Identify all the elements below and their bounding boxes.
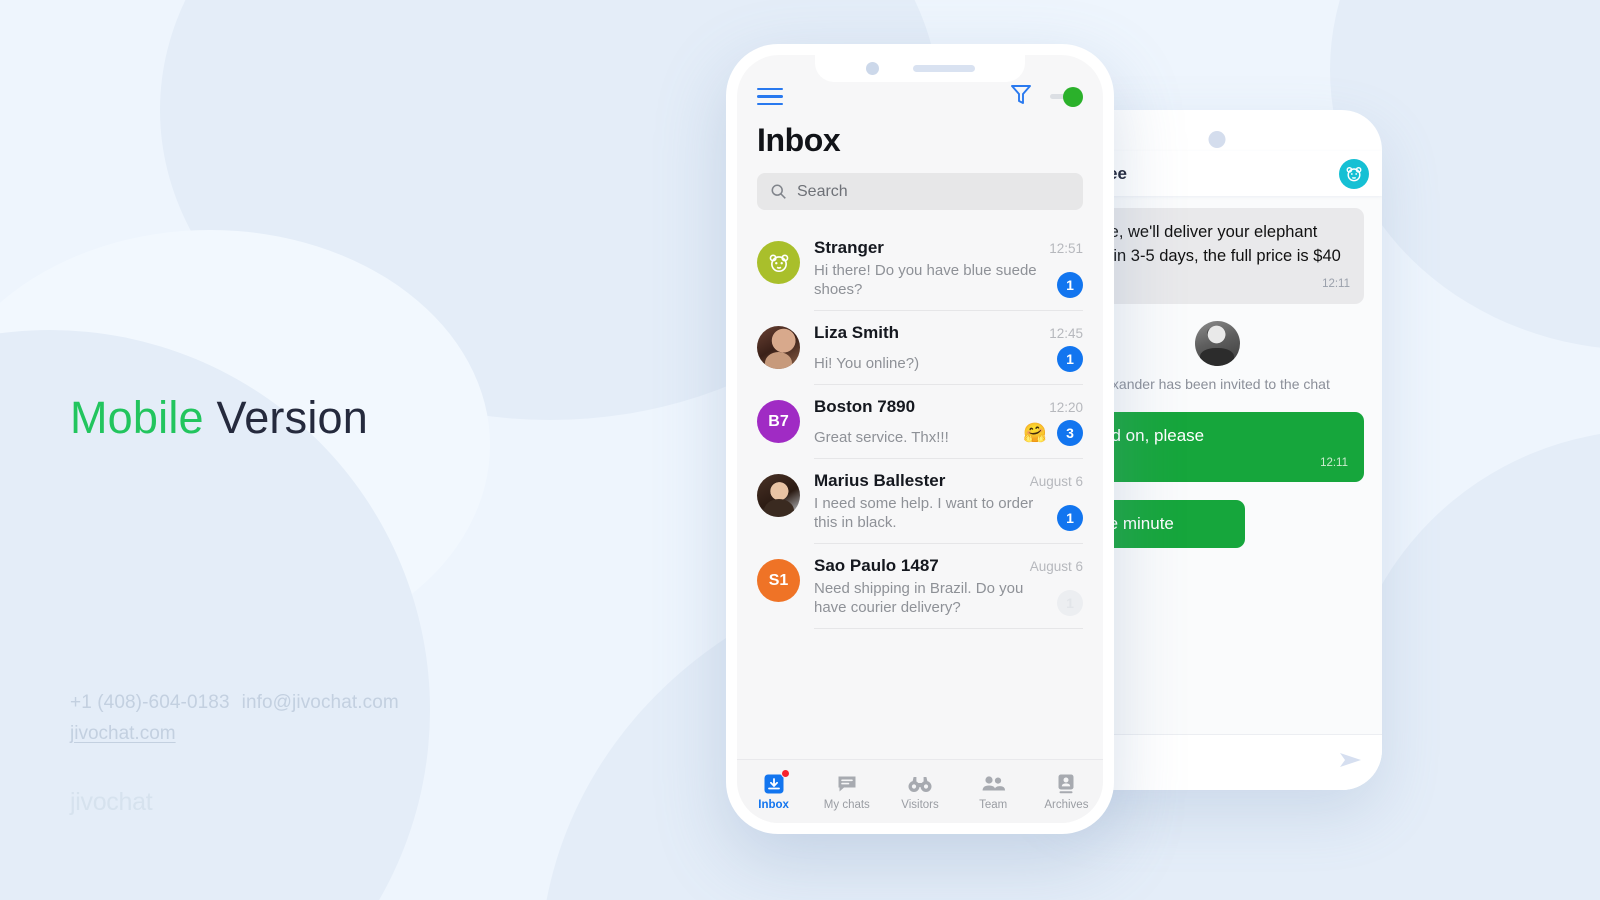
list-item[interactable]: Stranger 12:51 Hi there! Do you have blu… — [737, 226, 1103, 311]
chat-time: August 6 — [1029, 559, 1083, 574]
contact-phone: +1 (408)-604-0183 — [70, 692, 230, 713]
notification-dot-icon — [780, 769, 790, 778]
funnel-filter-icon[interactable] — [1010, 82, 1032, 111]
avatar: B7 — [757, 400, 800, 443]
chat-preview: Hi! You online?) — [814, 355, 920, 372]
avatar — [757, 474, 800, 517]
brand-logo: jivochat — [70, 788, 153, 816]
tab-label: Visitors — [901, 799, 939, 811]
list-item[interactable]: B7 Boston 7890 12:20 Great service. Thx!… — [737, 385, 1103, 459]
tab-visitors[interactable]: Visitors — [883, 772, 956, 811]
contact-info: +1 (408)-604-0183 info@jivochat.com jivoc… — [70, 692, 399, 745]
panda-avatar-icon[interactable] — [1339, 158, 1369, 189]
phone-notch — [815, 55, 1025, 82]
contact-card-icon — [1058, 774, 1074, 794]
search-icon — [771, 184, 786, 199]
unread-badge: 1 — [1057, 272, 1083, 298]
phone-speaker-bar — [912, 65, 975, 72]
chat-time: 12:51 — [1049, 241, 1083, 256]
message-text: Sure, we'll deliver your elephant within… — [1084, 223, 1341, 265]
toggle-knob — [1063, 86, 1083, 107]
tab-label: My chats — [823, 799, 870, 811]
page-title-accent: Mobile — [70, 392, 204, 443]
tab-label: Team — [979, 799, 1008, 811]
message-time: 12:11 — [1320, 457, 1348, 469]
panda-avatar-icon — [769, 253, 788, 272]
avatar: S1 — [757, 559, 800, 602]
unread-badge: 1 — [1057, 346, 1083, 372]
inbox-chat-list[interactable]: Stranger 12:51 Hi there! Do you have blu… — [737, 226, 1103, 759]
message-bubble-incoming: Sure, we'll deliver your elephant within… — [1070, 208, 1364, 304]
online-status-toggle[interactable] — [1050, 86, 1083, 107]
unread-badge: 1 — [1057, 590, 1083, 616]
chat-name: Sao Paulo 1487 — [814, 556, 939, 575]
inbox-page-title: Inbox — [757, 122, 841, 158]
list-item[interactable]: Liza Smith 12:45 Hi! You online?) 1 — [737, 311, 1103, 385]
bottom-tab-bar: Inbox My chats Visitors Team Archives — [737, 759, 1103, 823]
tab-archives[interactable]: Archives — [1030, 772, 1103, 811]
binoculars-icon — [908, 777, 932, 792]
list-item[interactable]: S1 Sao Paulo 1487 August 6 Need shipping… — [737, 544, 1103, 629]
phone-camera-dot — [1208, 131, 1226, 148]
chat-bubble-icon — [838, 776, 856, 792]
people-group-icon — [982, 776, 1006, 791]
chat-preview: Need shipping in Brazil. Do you have cou… — [814, 580, 1024, 616]
avatar — [1194, 321, 1240, 366]
system-message: exander has been invited to the chat — [1070, 321, 1364, 392]
avatar — [757, 326, 800, 369]
hamburger-menu-icon[interactable] — [757, 87, 783, 106]
message-bubble-outgoing: Hold on, please 12:11 — [1070, 412, 1364, 482]
avatar — [757, 241, 800, 284]
search-input[interactable]: Search — [757, 173, 1083, 210]
chat-time: August 6 — [1029, 474, 1083, 489]
tab-label: Archives — [1044, 799, 1089, 811]
message-time: 12:11 — [1322, 278, 1350, 290]
chat-name: Boston 7890 — [814, 397, 916, 416]
contact-line: +1 (408)-604-0183 info@jivochat.com — [70, 692, 399, 714]
tab-label: Inbox — [758, 799, 789, 811]
system-message-text: exander has been invited to the chat — [1104, 376, 1330, 392]
unread-badge: 1 — [1057, 505, 1083, 531]
send-arrow-icon[interactable] — [1338, 751, 1364, 774]
contact-website-link[interactable]: jivochat.com — [70, 723, 176, 745]
page-title-rest: Version — [216, 392, 368, 443]
tab-my-chats[interactable]: My chats — [810, 772, 883, 811]
chat-name: Marius Ballester — [814, 471, 946, 490]
hugging-face-emoji-icon: 🤗 — [1023, 423, 1047, 444]
contact-email: info@jivochat.com — [241, 692, 399, 713]
chat-name: Stranger — [814, 238, 884, 257]
inbox-phone-device: Inbox Search Stranger 12:51 Hi there! Do… — [726, 44, 1114, 834]
chat-preview: I need some help. I want to order this i… — [814, 495, 1034, 531]
tab-team[interactable]: Team — [957, 772, 1030, 811]
chat-time: 12:45 — [1049, 326, 1083, 341]
unread-badge: 3 — [1057, 420, 1083, 446]
page-title: Mobile Version — [70, 392, 368, 444]
chat-preview: Great service. Thx!!! — [814, 429, 949, 446]
tab-inbox[interactable]: Inbox — [737, 769, 810, 811]
search-placeholder: Search — [797, 182, 848, 200]
left-content-column: Mobile Version +1 (408)-604-0183 info@jiv… — [70, 0, 630, 900]
chat-time: 12:20 — [1049, 400, 1083, 415]
list-item[interactable]: Marius Ballester August 6 I need some he… — [737, 459, 1103, 544]
phone-camera-dot — [865, 62, 879, 75]
chat-name: Liza Smith — [814, 323, 900, 342]
chat-preview: Hi there! Do you have blue suede shoes? — [814, 262, 1037, 298]
